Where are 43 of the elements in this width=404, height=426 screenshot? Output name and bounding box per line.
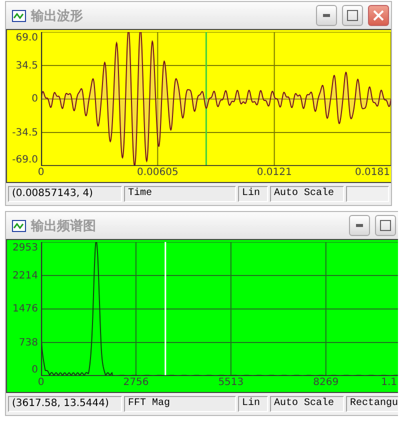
maximize-icon — [347, 10, 358, 21]
y-tick-label: 69.0 — [16, 32, 38, 44]
y-tick-label: 0 — [32, 94, 38, 104]
x-tick-label: 8269 — [313, 377, 339, 388]
status-field: FFT Mag — [124, 396, 236, 412]
minimize-button[interactable] — [349, 215, 370, 236]
close-icon — [373, 10, 384, 21]
minimize-icon — [323, 14, 330, 17]
maximize-button[interactable] — [375, 215, 396, 236]
y-tick-label: -69.0 — [12, 154, 38, 166]
y-tick-label: 2214 — [12, 270, 38, 281]
x-tick-label: 0 — [38, 167, 44, 178]
status-field: (3617.58, 13.5444) — [8, 396, 122, 412]
y-tick-label: 738 — [18, 337, 38, 348]
x-tick-label: 2756 — [123, 377, 149, 388]
status-field: Rectangu — [346, 396, 398, 412]
window-title: 输出频谱图 — [31, 218, 97, 234]
status-field — [346, 186, 389, 202]
close-button[interactable] — [368, 5, 389, 26]
status-field: Auto Scale — [270, 396, 344, 412]
status-field: Lin — [238, 396, 268, 412]
status-field: (0.00857143, 4) — [8, 186, 122, 202]
graph-icon — [12, 220, 26, 232]
minimize-button[interactable] — [316, 5, 337, 26]
y-tick-label: 0 — [32, 364, 38, 376]
status-field: Auto Scale — [270, 186, 344, 202]
status-field: Lin — [238, 186, 268, 202]
x-tick-label: 0.00605 — [136, 167, 178, 178]
x-tick-label: 5513 — [218, 377, 244, 388]
x-tick-label: 0.0181 — [355, 167, 390, 178]
maximize-button[interactable] — [342, 5, 363, 26]
status-field: Time — [124, 186, 236, 202]
graph-icon — [12, 10, 26, 22]
minimize-icon — [356, 224, 363, 227]
x-tick-label: 0.0121 — [256, 167, 292, 178]
maximize-icon — [380, 220, 391, 231]
window-title: 输出波形 — [31, 8, 84, 24]
y-tick-label: -34.5 — [12, 127, 38, 138]
x-tick-label: 0 — [38, 377, 44, 388]
x-tick-label: 1.1 — [381, 377, 397, 388]
y-tick-label: 2953 — [12, 242, 38, 254]
y-tick-label: 1476 — [12, 304, 38, 314]
y-tick-label: 34.5 — [16, 60, 38, 71]
